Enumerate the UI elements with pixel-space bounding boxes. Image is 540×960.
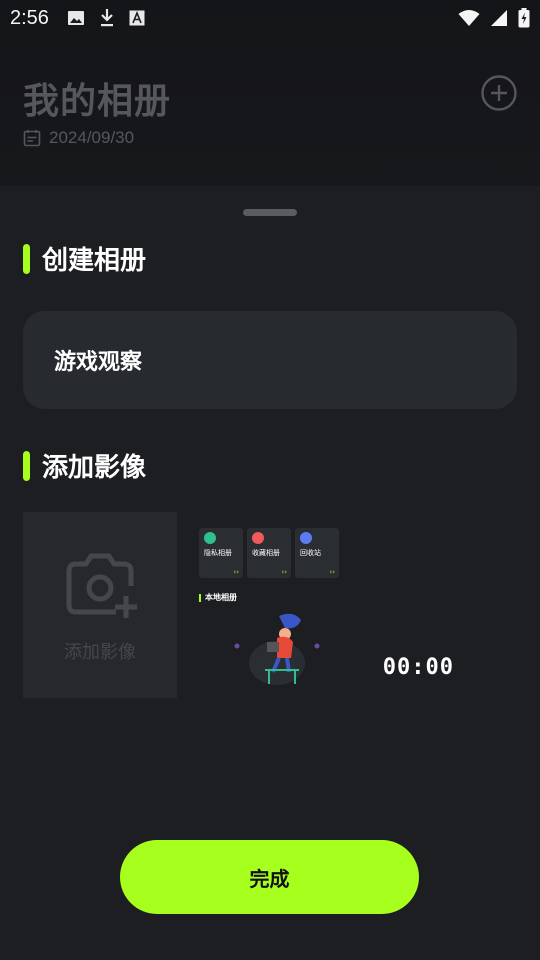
chevrons-right-icon: ›› [281,568,287,576]
mini-card: 回收站 ›› [295,528,339,578]
mini-card: 隐私相册 ›› [199,528,243,578]
section-accent-bar [23,450,30,481]
add-media-title: 添加影像 [42,453,147,483]
add-media-button[interactable]: 添加影像 [23,512,177,698]
status-time: 2:56 [10,6,49,29]
media-thumbnail[interactable]: 隐私相册 ›› 收藏相册 ›› 回收站 ›› 本地相册 00:00 [177,512,477,698]
mini-card-label: 回收站 [300,549,321,557]
album-name-value: 游戏观察 [54,350,143,375]
section-accent-bar [23,243,30,274]
download-icon [100,9,113,27]
wifi-icon [458,10,480,26]
camera-add-icon [66,553,137,618]
create-album-section-header: 创建相册 [23,240,146,277]
create-album-title: 创建相册 [42,246,147,276]
mini-card: 收藏相册 ›› [247,528,291,578]
drag-handle[interactable] [243,209,297,216]
album-name-input[interactable]: 游戏观察 [23,311,517,409]
mini-card-label: 收藏相册 [252,549,280,557]
mini-card-icon [300,532,312,544]
mini-card-icon [252,532,264,544]
mini-section-title: 本地相册 [205,593,237,602]
mini-section-header: 本地相册 [199,592,237,603]
chevrons-right-icon: ›› [233,568,239,576]
done-button-label: 完成 [249,868,290,891]
font-icon [129,10,145,26]
album-header: 2:56 我的相册 2024/09/30 [0,0,540,186]
add-media-label: 添加影像 [64,642,136,663]
calendar-icon [23,130,41,147]
mini-card-icon [204,532,216,544]
add-media-section-header: 添加影像 [23,447,146,484]
chevrons-right-icon: ›› [329,568,335,576]
empty-state-illustration [234,613,320,685]
signal-icon [491,10,507,26]
status-bar: 2:56 [0,0,540,36]
album-date: 2024/09/30 [49,128,135,147]
album-title: 我的相册 [23,81,172,122]
done-button[interactable]: 完成 [120,840,419,914]
plus-circle-icon[interactable] [480,74,518,112]
battery-icon [518,8,530,28]
media-duration: 00:00 [382,655,454,680]
create-album-sheet: 创建相册 游戏观察 添加影像 添加影像 隐私相册 ›› 收藏相册 ›› 回收站 … [0,186,540,960]
image-icon [67,11,84,25]
mini-accent-bar [199,593,201,602]
mini-card-label: 隐私相册 [204,549,232,557]
album-date-row: 2024/09/30 [23,128,134,148]
